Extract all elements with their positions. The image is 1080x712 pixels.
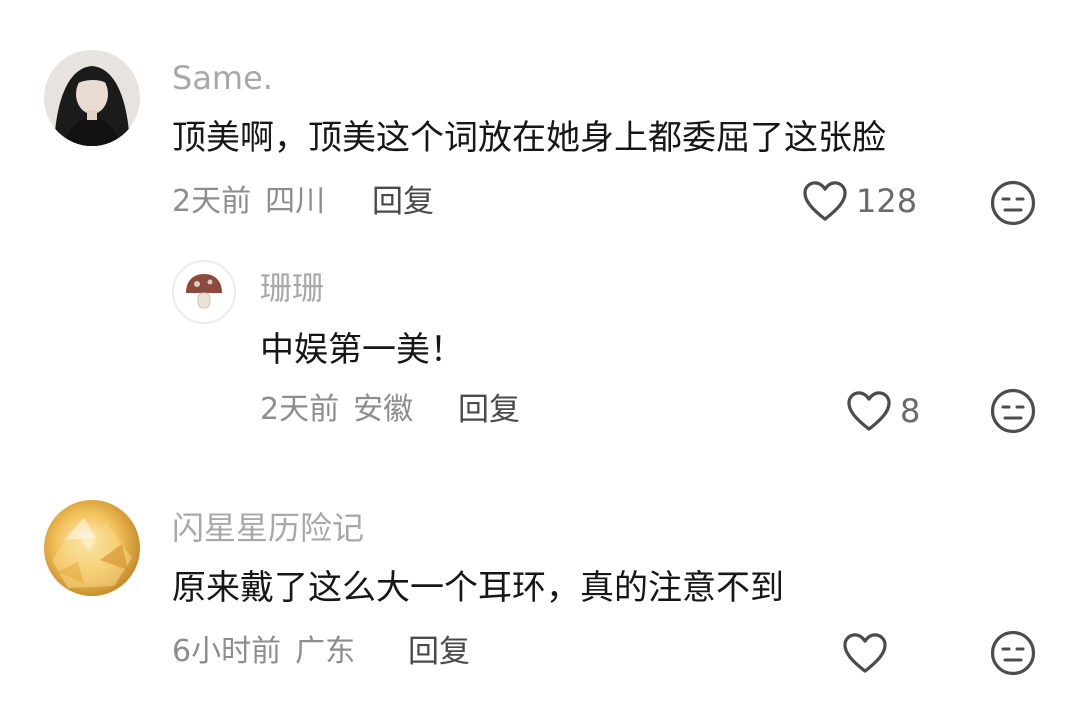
meh-face-icon [990, 388, 1036, 434]
comment-item: 闪星星历险记 原来戴了这么大一个耳环，真的注意不到 6小时前 广东 回复 [0, 460, 1080, 712]
comment-time: 6小时前 [172, 634, 282, 669]
like-button[interactable]: 8 [846, 390, 920, 432]
comment-time: 2天前 [172, 184, 252, 219]
comment-text: 顶美啊，顶美这个词放在她身上都委屈了这张脸 [172, 118, 886, 158]
heart-outline-icon [803, 181, 847, 221]
meh-face-icon [990, 180, 1036, 226]
portrait-photo-icon [44, 50, 140, 146]
amber-crystal-photo-icon [44, 500, 140, 596]
dislike-button[interactable] [990, 388, 1036, 434]
like-count: 128 [856, 182, 918, 220]
avatar[interactable] [44, 500, 140, 596]
comment-location: 广东 [295, 634, 356, 669]
comment-meta: 6小时前 广东 [172, 632, 355, 672]
comment-location: 安徽 [353, 392, 414, 427]
comment-meta: 2天前 四川 [172, 182, 325, 222]
comment-text: 原来戴了这么大一个耳环，真的注意不到 [172, 568, 784, 608]
avatar[interactable] [44, 50, 140, 146]
comment-text: 中娱第一美！ [260, 330, 464, 370]
heart-outline-icon [843, 633, 887, 673]
like-button[interactable]: 128 [802, 180, 917, 222]
meh-face-icon [990, 630, 1036, 676]
avatar[interactable] [172, 260, 236, 324]
like-count: 8 [900, 392, 921, 430]
mushroom-icon [172, 260, 236, 324]
username[interactable]: 闪星星历险记 [172, 508, 364, 548]
dislike-button[interactable] [990, 180, 1036, 226]
dislike-button[interactable] [990, 630, 1036, 676]
comment-meta: 2天前 安徽 [260, 390, 413, 430]
reply-button[interactable]: 回复 [372, 182, 434, 222]
comment-item: Same. 顶美啊，顶美这个词放在她身上都委屈了这张脸 2天前 四川 回复 128 [0, 0, 1080, 240]
reply-button[interactable]: 回复 [458, 390, 520, 430]
reply-comment-item: 珊珊 中娱第一美！ 2天前 安徽 回复 8 [0, 240, 1080, 460]
username[interactable]: 珊珊 [260, 268, 324, 308]
username[interactable]: Same. [172, 58, 273, 98]
comment-location: 四川 [265, 184, 326, 219]
reply-button[interactable]: 回复 [408, 632, 470, 672]
heart-outline-icon [847, 391, 891, 431]
comment-time: 2天前 [260, 392, 340, 427]
like-button[interactable] [842, 632, 896, 674]
